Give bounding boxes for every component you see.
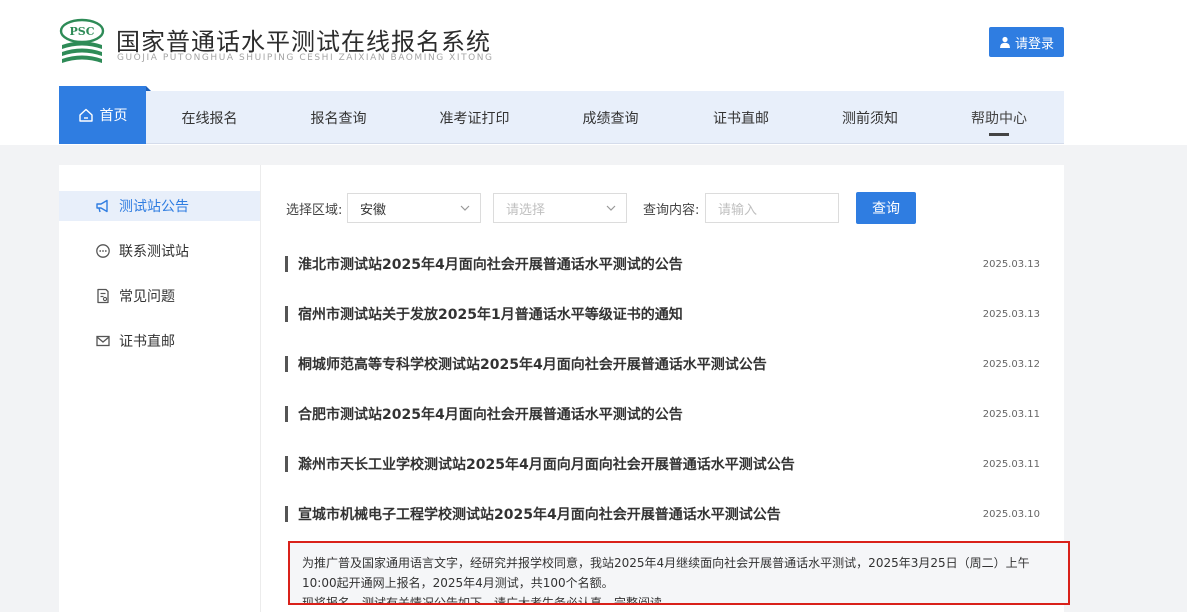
list-marker xyxy=(285,256,288,272)
region-select[interactable]: 安徽 xyxy=(347,193,481,223)
nav-label: 证书直邮 xyxy=(713,110,769,127)
nav-online-registration[interactable]: 在线报名 xyxy=(146,91,273,144)
city-select[interactable]: 请选择 xyxy=(493,193,627,223)
sidebar-item-label: 测试站公告 xyxy=(119,199,189,215)
psc-logo: PSC xyxy=(59,18,105,63)
announcement-date: 2025.03.11 xyxy=(982,408,1040,420)
nav-admission-ticket[interactable]: 准考证打印 xyxy=(404,91,545,144)
region-select-value: 安徽 xyxy=(360,202,387,218)
logo-text: PSC xyxy=(70,25,95,38)
nav-underline xyxy=(989,133,1009,136)
notice-line: 现将报名、测试有关情况公告如下，请广大考生务必认真、完整阅读。 xyxy=(302,596,675,605)
user-icon xyxy=(999,36,1010,48)
nav-pre-test-notes[interactable]: 测前须知 xyxy=(806,91,934,144)
site-title: 国家普通话水平测试在线报名系统 xyxy=(116,28,491,56)
sidebar-item-announcements[interactable]: 测试站公告 xyxy=(59,191,260,221)
nav-score-query[interactable]: 成绩查询 xyxy=(545,91,676,144)
announcement-item[interactable]: 宣城市机械电子工程学校测试站2025年4月面向社会开展普通话水平测试公告 202… xyxy=(285,503,1040,525)
sidebar-item-label: 联系测试站 xyxy=(119,244,189,260)
announcement-item[interactable]: 合肥市测试站2025年4月面向社会开展普通话水平测试的公告 2025.03.11 xyxy=(285,403,1040,425)
nav-label: 准考证打印 xyxy=(439,110,510,127)
list-marker xyxy=(285,456,288,472)
search-button[interactable]: 查询 xyxy=(856,192,916,224)
nav-label: 报名查询 xyxy=(310,110,367,127)
query-label-text: 查询内容: xyxy=(643,202,700,218)
sidebar-item-label: 证书直邮 xyxy=(119,334,175,350)
chevron-down-icon xyxy=(460,205,470,211)
query-input[interactable]: 请输入 xyxy=(705,193,839,223)
announcement-title[interactable]: 桐城师范高等专科学校测试站2025年4月面向社会开展普通话水平测试公告 xyxy=(298,354,983,374)
sidebar: 测试站公告 联系测试站 常见问题 证书直邮 xyxy=(59,165,261,612)
nav-registration-query[interactable]: 报名查询 xyxy=(273,91,404,144)
announcement-date: 2025.03.12 xyxy=(982,358,1040,370)
login-label: 请登录 xyxy=(1014,36,1054,52)
announcement-title[interactable]: 宣城市机械电子工程学校测试站2025年4月面向社会开展普通话水平测试公告 xyxy=(298,504,983,524)
nav-label: 成绩查询 xyxy=(582,110,639,127)
nav-label: 测前须知 xyxy=(842,110,898,127)
query-input-placeholder: 请输入 xyxy=(718,202,758,218)
query-label: 查询内容: xyxy=(643,193,699,223)
home-icon xyxy=(78,108,93,122)
sidebar-item-certificate-mail[interactable]: 证书直邮 xyxy=(59,326,260,356)
announcement-date: 2025.03.13 xyxy=(982,258,1040,270)
announcement-date: 2025.03.13 xyxy=(982,308,1040,320)
nav-home-label: 首页 xyxy=(99,108,128,124)
announcement-icon xyxy=(96,199,108,213)
site-subtitle: GUOJIA PUTONGHUA SHUIPING CESHI ZAIXIAN … xyxy=(117,53,494,63)
announcement-preview: 为推广普及国家通用语言文字，经研究并报学校同意，我站2025年4月继续面向社会开… xyxy=(288,541,1070,605)
sidebar-item-contact[interactable]: 联系测试站 xyxy=(59,236,260,266)
list-marker xyxy=(285,356,288,372)
announcement-item[interactable]: 桐城师范高等专科学校测试站2025年4月面向社会开展普通话水平测试公告 2025… xyxy=(285,353,1040,375)
chat-icon xyxy=(96,244,110,258)
announcement-item[interactable]: 淮北市测试站2025年4月面向社会开展普通话水平测试的公告 2025.03.13 xyxy=(285,253,1040,275)
mail-icon xyxy=(96,335,110,347)
document-icon xyxy=(97,288,109,304)
announcement-date: 2025.03.10 xyxy=(982,508,1040,520)
announcement-title[interactable]: 淮北市测试站2025年4月面向社会开展普通话水平测试的公告 xyxy=(298,254,983,274)
announcement-title[interactable]: 合肥市测试站2025年4月面向社会开展普通话水平测试的公告 xyxy=(298,404,983,424)
city-select-placeholder: 请选择 xyxy=(506,202,546,218)
sidebar-item-faq[interactable]: 常见问题 xyxy=(59,281,260,311)
notice-line: 为推广普及国家通用语言文字，经研究并报学校同意，我站2025年4月继续面向社会开… xyxy=(302,556,1030,570)
announcement-date: 2025.03.11 xyxy=(982,458,1040,470)
announcement-item[interactable]: 滁州市天长工业学校测试站2025年4月面向月面向社会开展普通话水平测试公告 20… xyxy=(285,453,1040,475)
main-nav: 首页 在线报名 报名查询 准考证打印 成绩查询 证书直邮 测前须知 帮助中心 xyxy=(59,86,1064,144)
sidebar-item-label: 常见问题 xyxy=(119,289,175,305)
nav-home[interactable]: 首页 xyxy=(59,86,151,144)
nav-label: 帮助中心 xyxy=(971,110,1027,127)
chevron-down-icon xyxy=(606,205,616,211)
list-marker xyxy=(285,506,288,522)
region-label: 选择区域: xyxy=(286,193,342,223)
announcement-title[interactable]: 滁州市天长工业学校测试站2025年4月面向月面向社会开展普通话水平测试公告 xyxy=(298,454,983,474)
announcement-item[interactable]: 宿州市测试站关于发放2025年1月普通话水平等级证书的通知 2025.03.13 xyxy=(285,303,1040,325)
notice-line: 10:00起开通网上报名，2025年4月测试，共100个名额。 xyxy=(302,576,614,590)
announcement-title[interactable]: 宿州市测试站关于发放2025年1月普通话水平等级证书的通知 xyxy=(298,304,983,324)
region-label-text: 选择区域: xyxy=(286,202,343,218)
nav-help-center[interactable]: 帮助中心 xyxy=(934,91,1064,144)
list-marker xyxy=(285,306,288,322)
nav-label: 在线报名 xyxy=(181,110,238,127)
nav-certificate-mail[interactable]: 证书直邮 xyxy=(676,91,806,144)
login-button[interactable]: 请登录 xyxy=(989,27,1064,57)
list-marker xyxy=(285,406,288,422)
